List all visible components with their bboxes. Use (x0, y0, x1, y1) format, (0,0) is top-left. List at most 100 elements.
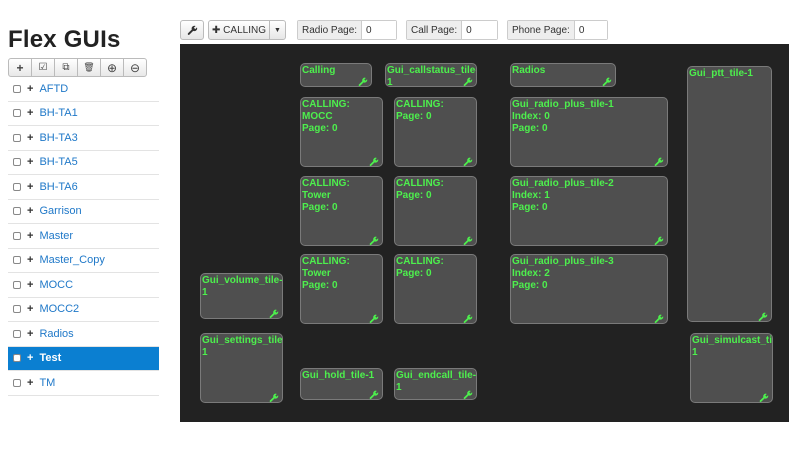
item-checkbox[interactable] (13, 207, 21, 216)
sidebar-item-radios[interactable]: + Radios (8, 322, 159, 347)
sidebar-item-mocc[interactable]: + MOCC (8, 273, 159, 298)
item-checkbox[interactable] (13, 182, 21, 191)
item-checkbox[interactable] (13, 109, 21, 118)
item-checkbox[interactable] (13, 133, 21, 142)
wrench-icon[interactable] (463, 74, 473, 86)
gui-tile[interactable]: Gui_endcall_tile-1 (394, 368, 477, 400)
gui-tile[interactable]: CALLING: Page: 0 (394, 176, 477, 246)
gui-tile[interactable]: CALLING: Page: 0 (394, 97, 477, 167)
tile-label: Gui_radio_plus_tile-2 Index: 1 Page: 0 (512, 178, 614, 213)
tile-label: Gui_ptt_tile-1 (689, 68, 753, 79)
trash-icon: 🗑 (83, 62, 95, 72)
delete-button[interactable]: 🗑 (77, 58, 101, 77)
add-button[interactable]: + (8, 58, 32, 77)
wrench-icon[interactable] (369, 387, 379, 399)
calling-button[interactable]: ✚ CALLING (208, 20, 270, 40)
radio-page-input[interactable]: 0 (362, 21, 396, 39)
tile-label: Gui_volume_tile-1 (202, 275, 283, 298)
gui-tile[interactable]: Gui_simulcast_tile-1 (690, 333, 773, 403)
sidebar-item-garrison[interactable]: + Garrison (8, 200, 159, 224)
expand-icon[interactable]: + (27, 328, 33, 340)
tile-label: Gui_radio_plus_tile-3 Index: 2 Page: 0 (512, 256, 614, 291)
wrench-icon[interactable] (463, 154, 473, 166)
sidebar-item-label: MOCC (39, 278, 74, 291)
gui-tile[interactable]: Gui_settings_tile-1 (200, 333, 283, 403)
expand-icon[interactable]: + (27, 230, 33, 242)
item-checkbox[interactable] (13, 158, 21, 167)
collapse-button[interactable]: ⊖ (123, 58, 147, 77)
gui-tile[interactable]: Calling (300, 63, 372, 87)
gui-tile[interactable]: Gui_hold_tile-1 (300, 368, 383, 400)
sidebar-item-bh-ta3[interactable]: + BH-TA3 (8, 126, 159, 151)
sidebar-item-mocc2[interactable]: + MOCC2 (8, 298, 159, 322)
calling-dropdown-button[interactable]: ▼ (269, 20, 286, 40)
item-checkbox[interactable] (13, 256, 21, 265)
item-checkbox[interactable] (13, 329, 21, 338)
wrench-icon[interactable] (463, 233, 473, 245)
expand-icon[interactable]: + (27, 279, 33, 291)
sidebar-item-bh-ta1[interactable]: + BH-TA1 (8, 102, 159, 126)
phone-page-input[interactable]: 0 (574, 21, 607, 39)
phone-page-label: Phone Page: (508, 21, 575, 39)
wrench-icon[interactable] (358, 74, 368, 86)
wrench-button[interactable] (180, 20, 204, 40)
item-checkbox[interactable] (13, 378, 21, 387)
select-button[interactable]: ☑ (31, 58, 55, 77)
radio-page-label: Radio Page: (298, 21, 363, 39)
wrench-icon[interactable] (654, 154, 664, 166)
item-checkbox[interactable] (13, 305, 21, 314)
item-checkbox[interactable] (13, 354, 21, 363)
gui-tile[interactable]: Gui_radio_plus_tile-2 Index: 1 Page: 0 (510, 176, 668, 246)
wrench-icon[interactable] (463, 311, 473, 323)
expand-icon[interactable]: + (27, 107, 33, 119)
gui-tile[interactable]: CALLING: Tower Page: 0 (300, 176, 383, 246)
gui-tile[interactable]: Gui_ptt_tile-1 (687, 66, 772, 322)
expand-icon[interactable]: + (27, 181, 33, 193)
check-icon: ☑ (38, 62, 48, 73)
wrench-icon[interactable] (758, 309, 768, 321)
wrench-icon[interactable] (369, 233, 379, 245)
copy-button[interactable]: ⧉ (54, 58, 78, 77)
sidebar-item-master[interactable]: + Master (8, 224, 159, 249)
expand-icon[interactable]: + (27, 156, 33, 168)
call-page-input[interactable]: 0 (462, 21, 497, 39)
wrench-icon[interactable] (269, 390, 279, 402)
caret-down-icon: ▼ (274, 26, 281, 34)
sidebar-item-bh-ta6[interactable]: + BH-TA6 (8, 175, 159, 200)
gui-tile[interactable]: Gui_radio_plus_tile-3 Index: 2 Page: 0 (510, 254, 668, 324)
item-checkbox[interactable] (13, 280, 21, 289)
wrench-icon[interactable] (463, 387, 473, 399)
gui-tile[interactable]: Gui_radio_plus_tile-1 Index: 0 Page: 0 (510, 97, 668, 167)
sidebar-item-tm[interactable]: + TM (8, 371, 159, 396)
sidebar-item-aftd[interactable]: + AFTD (8, 77, 159, 102)
gui-tile[interactable]: Gui_volume_tile-1 (200, 273, 283, 319)
expand-icon[interactable]: + (27, 132, 33, 144)
sidebar-item-test[interactable]: + Test (8, 346, 159, 371)
item-checkbox[interactable] (13, 84, 21, 93)
sidebar-item-bh-ta5[interactable]: + BH-TA5 (8, 151, 159, 175)
expand-icon[interactable]: + (27, 352, 33, 364)
gui-tile[interactable]: CALLING: Page: 0 (394, 254, 477, 324)
gui-tile[interactable]: CALLING: Tower Page: 0 (300, 254, 383, 324)
expand-icon[interactable]: + (27, 377, 33, 389)
wrench-icon[interactable] (602, 74, 612, 86)
sidebar-item-label: BH-TA5 (39, 156, 78, 169)
wrench-icon[interactable] (654, 311, 664, 323)
sidebar-item-label: Master_Copy (39, 254, 105, 267)
gui-tile[interactable]: CALLING: MOCC Page: 0 (300, 97, 383, 167)
item-checkbox[interactable] (13, 231, 21, 240)
wrench-icon[interactable] (369, 311, 379, 323)
expand-icon[interactable]: + (27, 254, 33, 266)
expand-icon[interactable]: + (27, 83, 33, 95)
wrench-icon[interactable] (369, 154, 379, 166)
wrench-icon[interactable] (654, 233, 664, 245)
sidebar-item-master-copy[interactable]: + Master_Copy (8, 249, 159, 273)
expand-button[interactable]: ⊕ (100, 58, 124, 77)
gui-tile[interactable]: Gui_callstatus_tile-1 (385, 63, 477, 87)
expand-icon[interactable]: + (27, 205, 33, 217)
wrench-icon[interactable] (269, 306, 279, 318)
expand-icon[interactable]: + (27, 303, 33, 315)
wrench-icon[interactable] (759, 390, 769, 402)
gui-tile[interactable]: Radios (510, 63, 616, 87)
tile-label: CALLING: MOCC Page: 0 (302, 99, 350, 134)
